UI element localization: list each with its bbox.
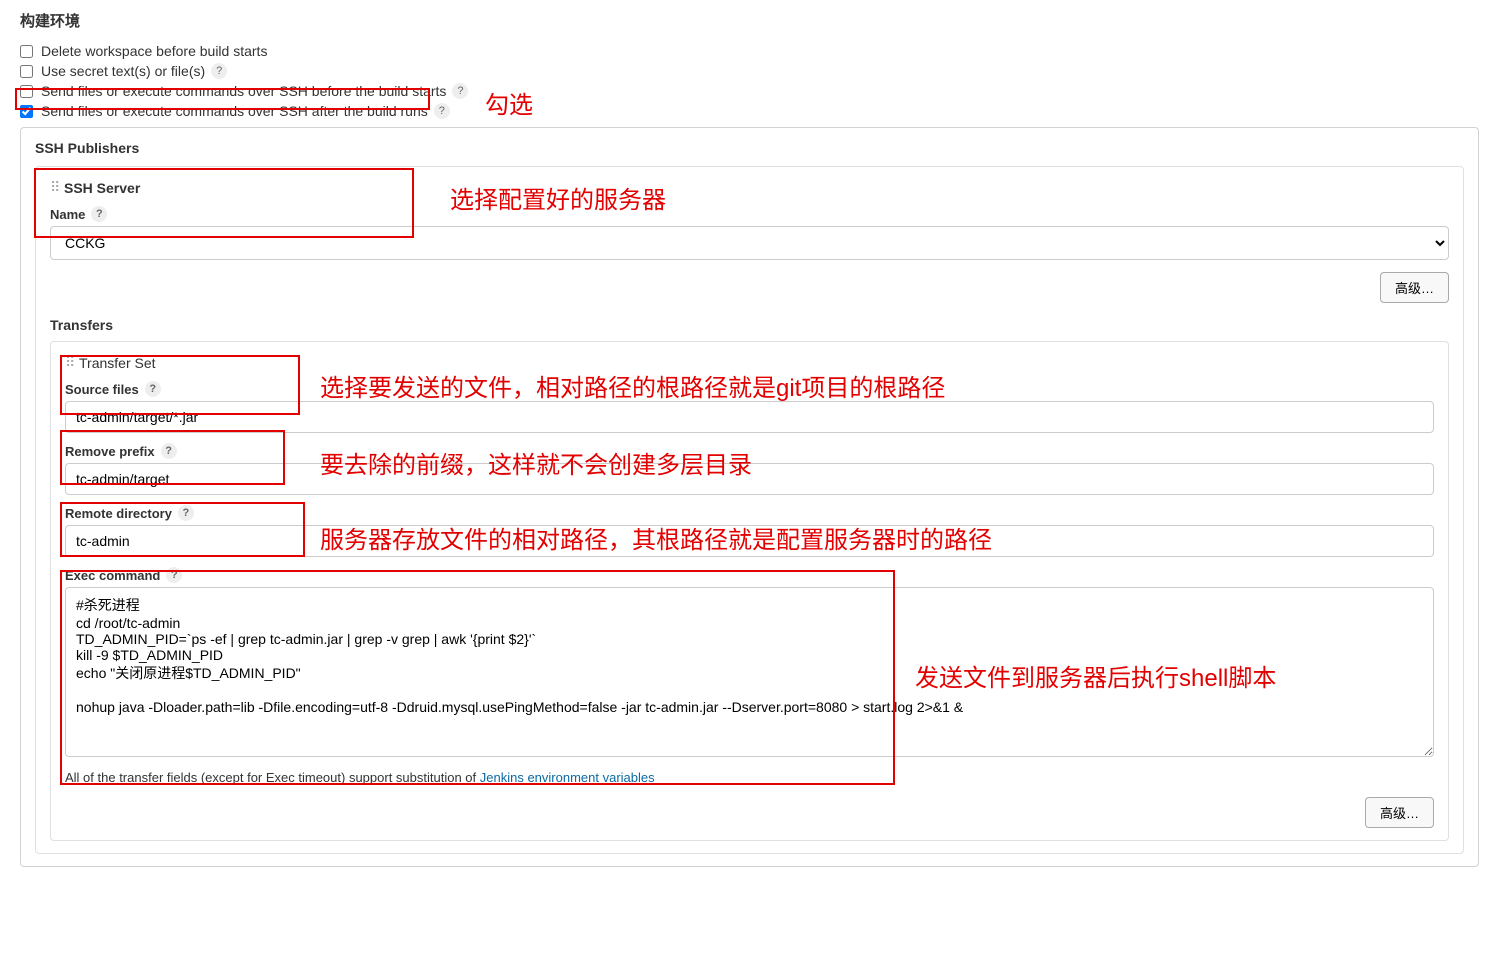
help-icon[interactable]: ? [452, 83, 468, 99]
help-icon[interactable]: ? [434, 103, 450, 119]
annotation-box [60, 355, 300, 415]
annotation-box [60, 430, 285, 485]
transfers-title: Transfers [50, 317, 1449, 333]
section-title: 构建环境 [20, 10, 1479, 31]
checkbox-use-secret[interactable]: Use secret text(s) or file(s) ? [20, 63, 1479, 79]
checkbox-use-secret-input[interactable] [20, 65, 33, 78]
annotation-box [34, 168, 414, 238]
checkbox-delete-workspace[interactable]: Delete workspace before build starts [20, 43, 1479, 59]
checkbox-use-secret-label: Use secret text(s) or file(s) [41, 63, 205, 79]
annotation-box [15, 88, 430, 110]
annotation-box [60, 570, 895, 785]
advanced-button-2[interactable]: 高级… [1365, 797, 1434, 828]
checkbox-delete-workspace-input[interactable] [20, 45, 33, 58]
ssh-publishers-title: SSH Publishers [35, 140, 1464, 156]
annotation-box [60, 502, 305, 557]
checkbox-delete-workspace-label: Delete workspace before build starts [41, 43, 267, 59]
advanced-button[interactable]: 高级… [1380, 272, 1449, 303]
help-icon[interactable]: ? [211, 63, 227, 79]
